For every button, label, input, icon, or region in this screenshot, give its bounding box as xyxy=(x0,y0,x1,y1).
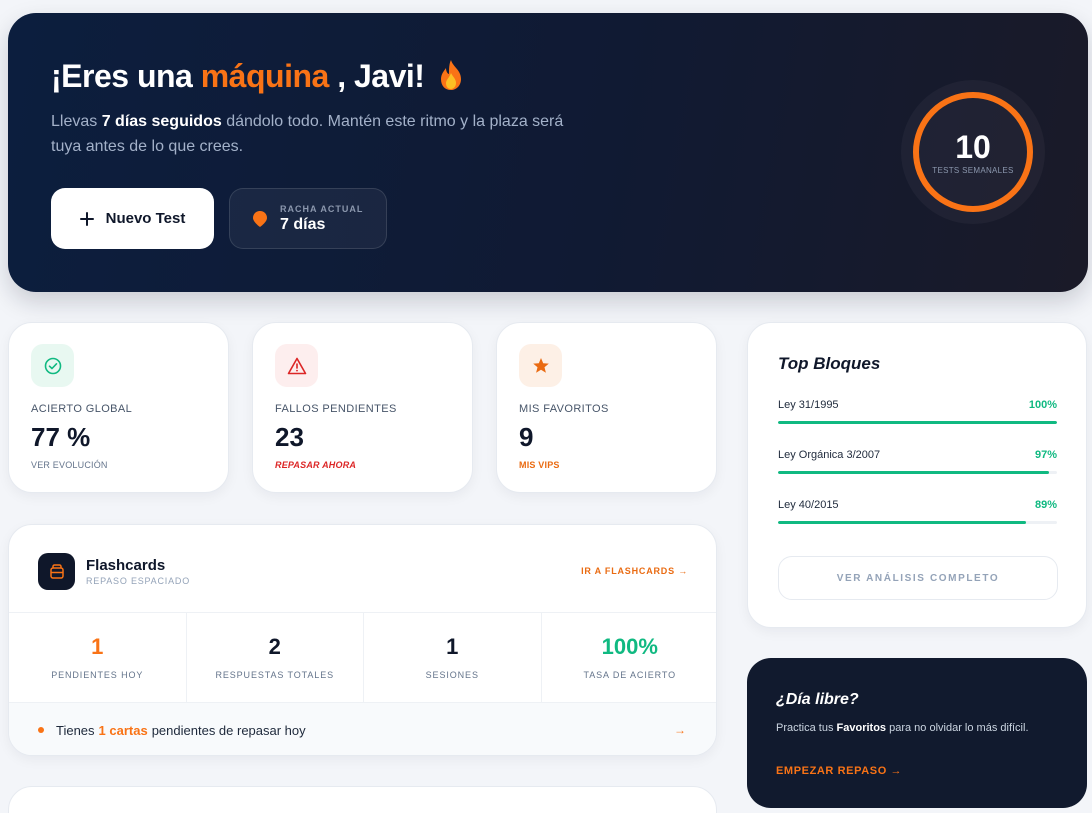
hero-title-accent: máquina xyxy=(200,58,330,94)
dia-libre-text-bold: Favoritos xyxy=(836,722,887,734)
full-analysis-button[interactable]: VER ANÁLISIS COMPLETO xyxy=(778,556,1058,600)
dia-libre-text-pre: Practica tus xyxy=(776,722,837,734)
flashcard-stat-label: RESPUESTAS TOTALES xyxy=(215,670,335,680)
bloque-item[interactable]: Ley Orgánica 3/2007 97% xyxy=(778,449,1057,474)
stat-card-favoritos[interactable]: MIS FAVORITOS 9 MIS VIPS xyxy=(496,322,717,493)
check-circle-icon xyxy=(31,344,74,387)
dia-libre-title: ¿Día libre? xyxy=(776,691,859,708)
hero-title-suffix: , Javi! xyxy=(328,58,425,94)
dia-libre-text: Practica tus Favoritos para no olvidar l… xyxy=(776,722,1029,734)
flashcard-stat-label: TASA DE ACIERTO xyxy=(583,670,677,680)
bloque-name: Ley 31/1995 xyxy=(778,399,839,411)
hero-subtitle-pre: Llevas xyxy=(51,113,102,130)
flashcard-stat-value: 2 xyxy=(268,634,281,659)
ver-evolucion-link[interactable]: VER EVOLUCIÓN xyxy=(31,460,108,470)
new-test-button[interactable]: Nuevo Test xyxy=(51,188,214,249)
weekly-tests-value: 10 xyxy=(955,128,991,165)
star-icon xyxy=(519,344,562,387)
next-card xyxy=(8,786,717,813)
hero-subtitle: Llevas 7 días seguidos dándolo todo. Man… xyxy=(51,109,571,159)
flashcards-stats: 1 PENDIENTES HOY 2 RESPUESTAS TOTALES 1 … xyxy=(9,612,717,703)
flashcard-stat: 1 PENDIENTES HOY xyxy=(9,613,187,702)
dia-libre-card: ¿Día libre? Practica tus Favoritos para … xyxy=(747,658,1087,808)
pending-text-pre: Tienes xyxy=(56,722,95,738)
arrow-right-icon[interactable]: → xyxy=(674,723,686,737)
mis-vips-link[interactable]: MIS VIPS xyxy=(519,460,560,470)
start-review-link[interactable]: EMPEZAR REPASO → xyxy=(776,765,902,777)
flashcard-stat: 2 RESPUESTAS TOTALES xyxy=(187,613,364,702)
top-bloques-title: Top Bloques xyxy=(778,354,881,373)
stat-card-fallos[interactable]: FALLOS PENDIENTES 23 REPASAR AHORA xyxy=(252,322,473,493)
hero-banner: ¡Eres una máquina , Javi! Llevas 7 días … xyxy=(8,13,1088,292)
pending-cards-banner[interactable]: Tienes 1 cartas pendientes de repasar ho… xyxy=(9,703,716,755)
bloque-progress-bar xyxy=(778,421,1057,424)
archive-box-icon xyxy=(38,553,75,590)
dia-libre-text-post: para no olvidar lo más difícil. xyxy=(886,722,1029,734)
flashcard-stat-label: SESIONES xyxy=(425,670,479,680)
flame-icon xyxy=(440,60,461,90)
flashcard-stat-value: 1 xyxy=(91,634,104,659)
flashcards-subtitle: REPASO ESPACIADO xyxy=(86,576,190,586)
streak-value: 7 días xyxy=(280,215,326,233)
flashcard-stat-label: PENDIENTES HOY xyxy=(51,670,144,680)
bloque-percentage: 89% xyxy=(1034,499,1057,511)
status-dot xyxy=(38,727,44,733)
location-pin-icon xyxy=(253,210,267,227)
stat-value: 77 % xyxy=(31,422,91,452)
flashcard-stat: 100% TASA DE ACIERTO xyxy=(542,613,717,702)
stat-label: FALLOS PENDIENTES xyxy=(275,403,397,415)
bloque-percentage: 97% xyxy=(1034,449,1057,461)
flashcard-stat-value: 100% xyxy=(601,634,658,659)
go-to-flashcards-link[interactable]: IR A FLASHCARDS → xyxy=(581,566,688,576)
stat-value: 23 xyxy=(275,422,304,452)
hero-subtitle-bold: 7 días seguidos xyxy=(101,113,222,130)
top-bloques-card: Top Bloques Ley 31/1995 100% Ley Orgánic… xyxy=(747,322,1087,628)
bloque-progress-bar xyxy=(778,521,1057,524)
flashcard-stat: 1 SESIONES xyxy=(364,613,542,702)
pending-count: 1 cartas xyxy=(98,722,148,738)
hero-title-prefix: ¡Eres una xyxy=(51,58,201,94)
bloque-item[interactable]: Ley 40/2015 89% xyxy=(778,499,1057,524)
flashcards-title: Flashcards xyxy=(86,557,166,574)
bloque-item[interactable]: Ley 31/1995 100% xyxy=(778,399,1057,424)
bloque-name: Ley 40/2015 xyxy=(778,499,839,511)
plus-icon xyxy=(79,211,94,226)
bloque-progress-bar xyxy=(778,471,1057,474)
weekly-tests-ring: 10 TESTS SEMANALES xyxy=(901,80,1045,224)
warning-icon xyxy=(275,344,318,387)
stat-label: ACIERTO GLOBAL xyxy=(31,403,133,415)
flashcards-card: Flashcards REPASO ESPACIADO IR A FLASHCA… xyxy=(8,524,717,756)
pending-text-post: pendientes de repasar hoy xyxy=(151,722,306,738)
bloque-name: Ley Orgánica 3/2007 xyxy=(778,449,881,461)
bloque-percentage: 100% xyxy=(1028,399,1057,411)
stat-label: MIS FAVORITOS xyxy=(519,403,609,415)
weekly-tests-label: TESTS SEMANALES xyxy=(932,165,1014,175)
repasar-ahora-link[interactable]: REPASAR AHORA xyxy=(275,460,356,470)
new-test-label: Nuevo Test xyxy=(105,210,186,227)
hero-title: ¡Eres una máquina , Javi! xyxy=(51,58,465,95)
flashcard-stat-value: 1 xyxy=(446,634,459,659)
streak-label: RACHA ACTUAL xyxy=(280,203,364,214)
streak-box: RACHA ACTUAL 7 días xyxy=(229,188,387,249)
stat-card-acierto[interactable]: ACIERTO GLOBAL 77 % VER EVOLUCIÓN xyxy=(8,322,229,493)
stat-value: 9 xyxy=(519,422,534,452)
